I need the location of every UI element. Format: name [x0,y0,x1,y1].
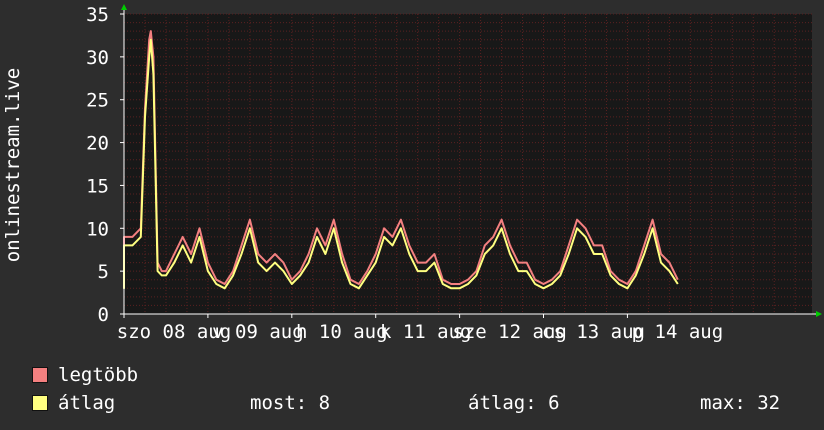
legend-label-legtobb: legtöbb [58,364,139,386]
y-tick-label: 15 [86,175,109,197]
plot-area [124,14,812,314]
legend: legtöbb átlag most: 8 átlag: 6 max: 32 [0,362,824,430]
y-tick-label: 5 [98,261,109,283]
x-axis-arrow [816,311,822,317]
y-tick-label: 10 [86,218,109,240]
stat-average: átlag: 6 [468,392,560,414]
x-tick-label: h 10 aug [296,321,388,343]
y-tick-label: 30 [86,47,109,69]
y-axis-label: onlinestream.live [2,67,24,263]
chart: 05101520253035szo 08 augv 09 augh 10 aug… [86,4,822,343]
x-tick-label: v 09 aug [212,321,304,343]
legend-swatch-atlag [32,395,48,411]
y-tick-label: 20 [86,133,109,155]
y-tick-label: 25 [86,90,109,112]
y-tick-label: 35 [86,4,109,26]
y-tick-label: 0 [98,304,109,326]
x-tick-label: cs 13 aug [542,321,645,343]
stat-now: most: 8 [250,392,331,414]
legend-swatch-legtobb [32,367,48,383]
y-axis-arrow [121,4,127,10]
x-tick-label: p 14 aug [632,321,724,343]
stat-max: max: 32 [700,392,781,414]
y-axis-label-area: onlinestream.live [0,0,26,320]
legend-label-atlag: átlag [58,392,116,414]
